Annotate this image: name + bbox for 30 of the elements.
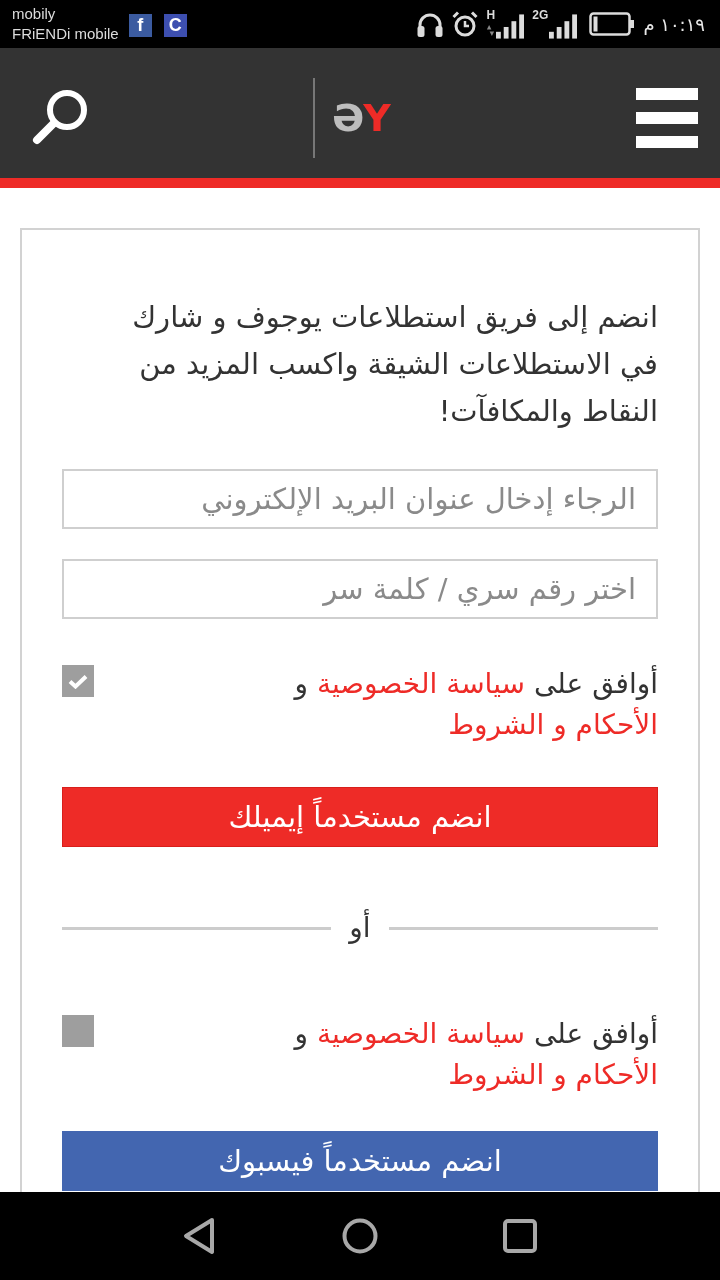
join-facebook-button[interactable]: انضم مستخدماً فيسبوك (62, 1131, 658, 1191)
check-icon (68, 673, 88, 689)
consent-link[interactable]: سياسة الخصوصية (316, 667, 526, 700)
intro-text: انضم إلى فريق استطلاعات يوجوف و شارك في الاستطلاعات الشيقة واكسب المزيد من النقاط والمكافآت! (131, 299, 658, 430)
menu-icon[interactable] (636, 88, 698, 148)
app-icon: C (163, 13, 187, 37)
input-field[interactable]: الرجاء إدخال عنوان البريد الإلكتروني (62, 469, 658, 529)
consent-text: أوافق على سياسة الخصوصية و الأحكام و الشروط (292, 664, 658, 743)
logo[interactable]: ƏY (332, 99, 390, 137)
network-type-label: H (486, 9, 496, 21)
checkbox[interactable] (62, 665, 94, 697)
consent-link[interactable]: الأحكام و الشروط (448, 1058, 658, 1091)
alarm-clock-icon (452, 11, 479, 37)
input-field[interactable]: اختر رقم سري / كلمة سر (62, 559, 658, 619)
battery-icon (589, 12, 636, 36)
network-type-label: 2G (532, 9, 549, 21)
carrier-name: mobily (12, 4, 56, 24)
consent-text: أوافق على سياسة الخصوصية و الأحكام و الشروط (292, 1014, 658, 1093)
clock-time: ١٠:١٩ م (643, 13, 705, 35)
join-email-button[interactable]: انضم مستخدماً إيميلك (62, 787, 658, 847)
consent-link[interactable]: سياسة الخصوصية (316, 1017, 526, 1050)
app-icon: f (128, 13, 152, 37)
signal-icon (549, 14, 578, 39)
carrier-name: FRiENDi mobile (12, 24, 119, 44)
consent-link[interactable]: الأحكام و الشروط (448, 708, 658, 741)
signal-icon (496, 14, 525, 39)
home-icon[interactable] (342, 1217, 378, 1255)
recent-apps-icon[interactable] (502, 1217, 538, 1255)
checkbox[interactable] (62, 1015, 94, 1047)
or-label: أو (349, 908, 371, 946)
